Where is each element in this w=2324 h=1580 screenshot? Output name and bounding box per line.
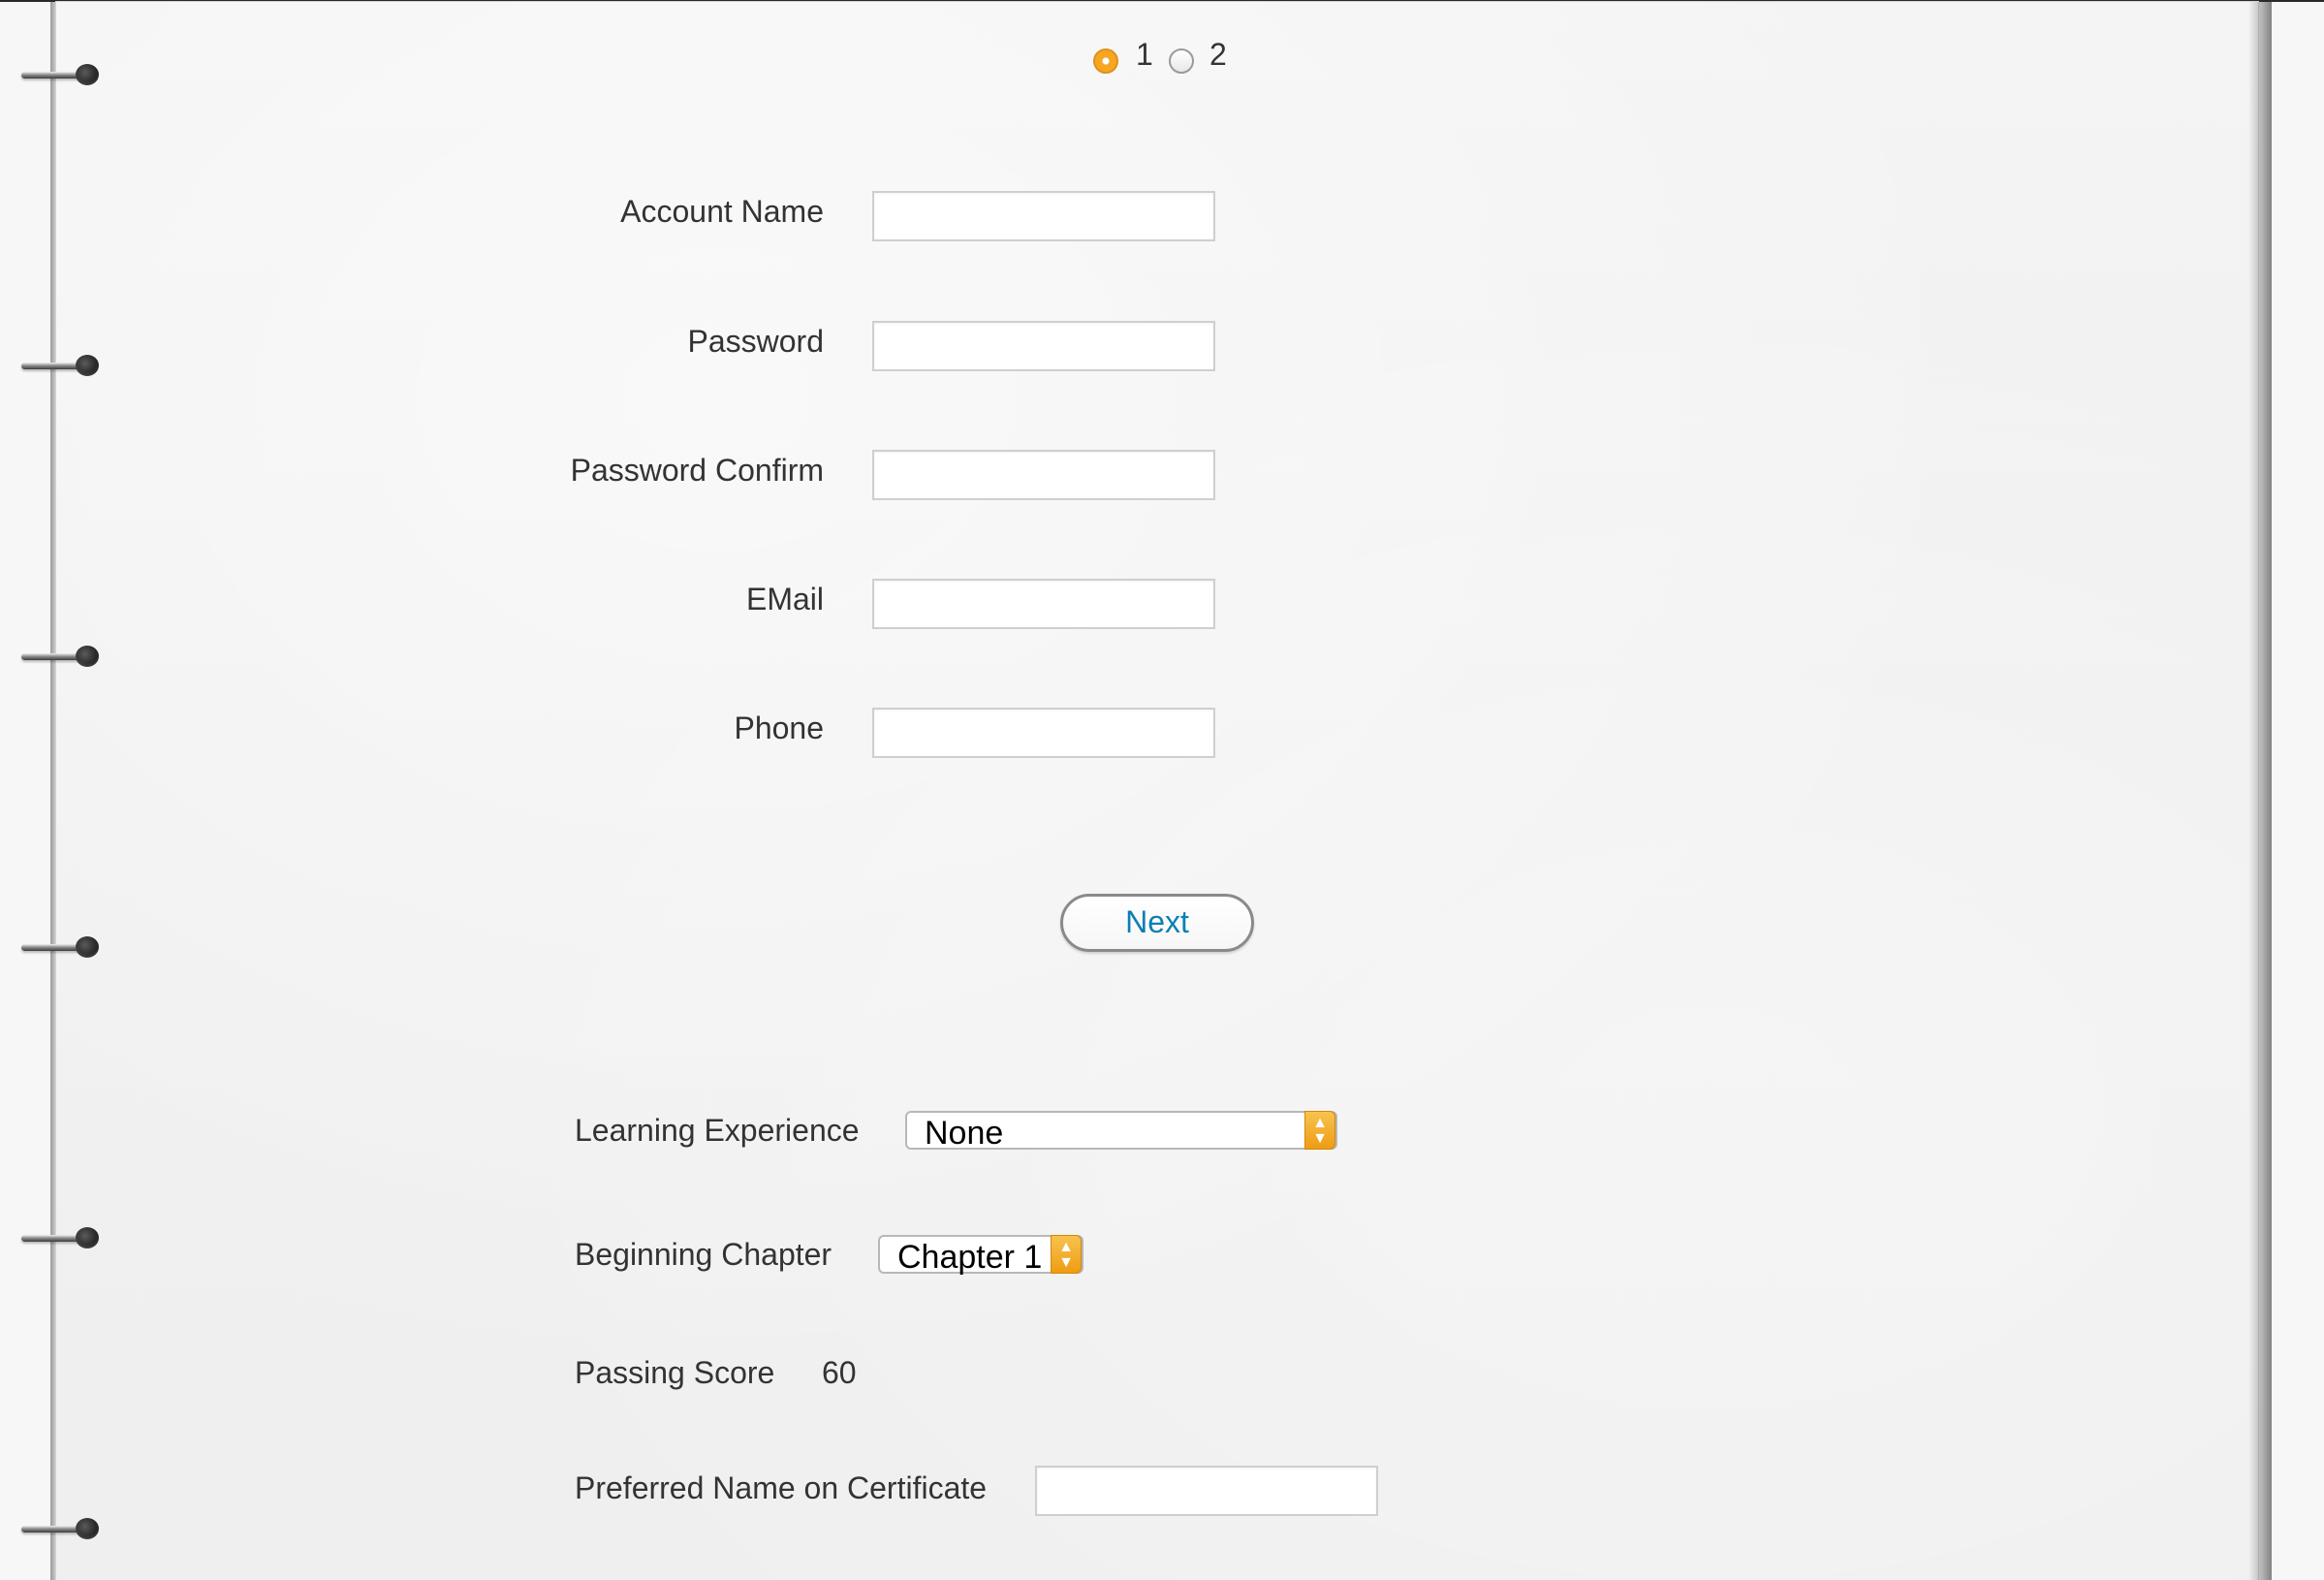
email-label: EMail (745, 582, 824, 616)
beginning-chapter-select[interactable]: Chapter 1 ▲ ▼ (878, 1235, 1083, 1276)
phone-label: Phone (734, 711, 824, 745)
next-button[interactable]: Next (1060, 894, 1254, 952)
right-margin (2272, 2, 2324, 1580)
learning-experience-label: Learning Experience (575, 1113, 860, 1148)
learning-experience-value: None (925, 1115, 1004, 1152)
password-input[interactable] (872, 321, 1215, 371)
passing-score-value: 60 (822, 1355, 857, 1390)
learning-experience-select[interactable]: None ▲ ▼ (905, 1111, 1337, 1152)
certificate-name-input[interactable] (1035, 1466, 1378, 1516)
binder-ring-icon (21, 1221, 103, 1254)
select-arrows-icon: ▲ ▼ (1051, 1235, 1082, 1274)
step-2-label: 2 (1209, 37, 1227, 72)
password-confirm-label: Password Confirm (570, 453, 824, 488)
binder-ring-icon (21, 640, 103, 673)
password-label: Password (687, 324, 825, 359)
step-2-radio[interactable] (1169, 48, 1194, 74)
binder-ring-icon (21, 58, 103, 91)
account-name-label: Account Name (620, 194, 824, 229)
certificate-name-label: Preferred Name on Certificate (575, 1470, 988, 1505)
binder-ring-icon (21, 1512, 103, 1545)
password-confirm-input[interactable] (872, 450, 1215, 500)
account-name-input[interactable] (872, 191, 1215, 241)
beginning-chapter-label: Beginning Chapter (575, 1237, 832, 1272)
binder-ring-icon (21, 349, 103, 382)
select-arrows-icon: ▲ ▼ (1304, 1111, 1335, 1150)
step-1-label: 1 (1136, 37, 1153, 72)
email-input[interactable] (872, 579, 1215, 629)
phone-input[interactable] (872, 708, 1215, 758)
binder-ring-icon (21, 931, 103, 964)
page-right-shadow (2248, 2, 2272, 1580)
step-1-radio[interactable] (1093, 48, 1118, 74)
binder-margin (0, 2, 50, 1580)
passing-score-label: Passing Score (575, 1355, 775, 1390)
beginning-chapter-value: Chapter 1 (897, 1239, 1043, 1276)
